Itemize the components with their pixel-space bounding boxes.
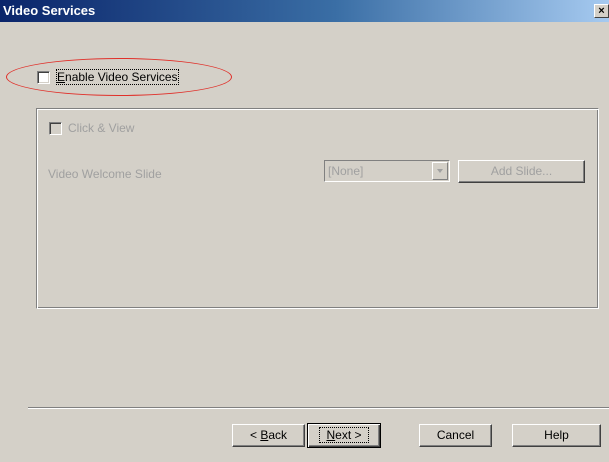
welcome-slide-select[interactable]: [None] xyxy=(324,160,450,182)
close-icon: × xyxy=(598,5,605,17)
add-slide-button[interactable]: Add Slide... xyxy=(458,160,585,183)
next-button-text: ext > xyxy=(335,428,362,442)
back-button-text: ack xyxy=(268,428,288,442)
click-and-view-label: Click & View xyxy=(68,121,135,135)
next-button-focus: Next > xyxy=(319,427,369,443)
mnemonic-e: E xyxy=(57,70,66,84)
chevron-down-icon[interactable] xyxy=(432,162,448,180)
back-button[interactable]: < Back xyxy=(232,424,305,447)
mnemonic-n: N xyxy=(326,428,336,442)
close-button[interactable]: × xyxy=(594,4,609,18)
video-options-group xyxy=(36,108,599,309)
footer-separator xyxy=(28,407,609,409)
welcome-slide-select-value: [None] xyxy=(328,164,364,178)
video-services-dialog: Video Services × Enable Video Services C… xyxy=(0,0,609,462)
window-title: Video Services xyxy=(3,3,96,18)
enable-video-services-label[interactable]: Enable Video Services xyxy=(56,69,179,85)
click-and-view-checkbox[interactable] xyxy=(49,122,62,135)
title-bar: Video Services × xyxy=(0,0,609,22)
video-welcome-slide-label: Video Welcome Slide xyxy=(48,167,162,181)
help-button[interactable]: Help xyxy=(512,424,601,447)
enable-video-services-label-text: nable Video Services xyxy=(65,70,178,84)
back-button-prefix: < xyxy=(249,428,261,442)
next-button[interactable]: Next > xyxy=(307,423,381,448)
cancel-button[interactable]: Cancel xyxy=(419,424,492,447)
enable-video-services-checkbox[interactable] xyxy=(37,71,50,84)
